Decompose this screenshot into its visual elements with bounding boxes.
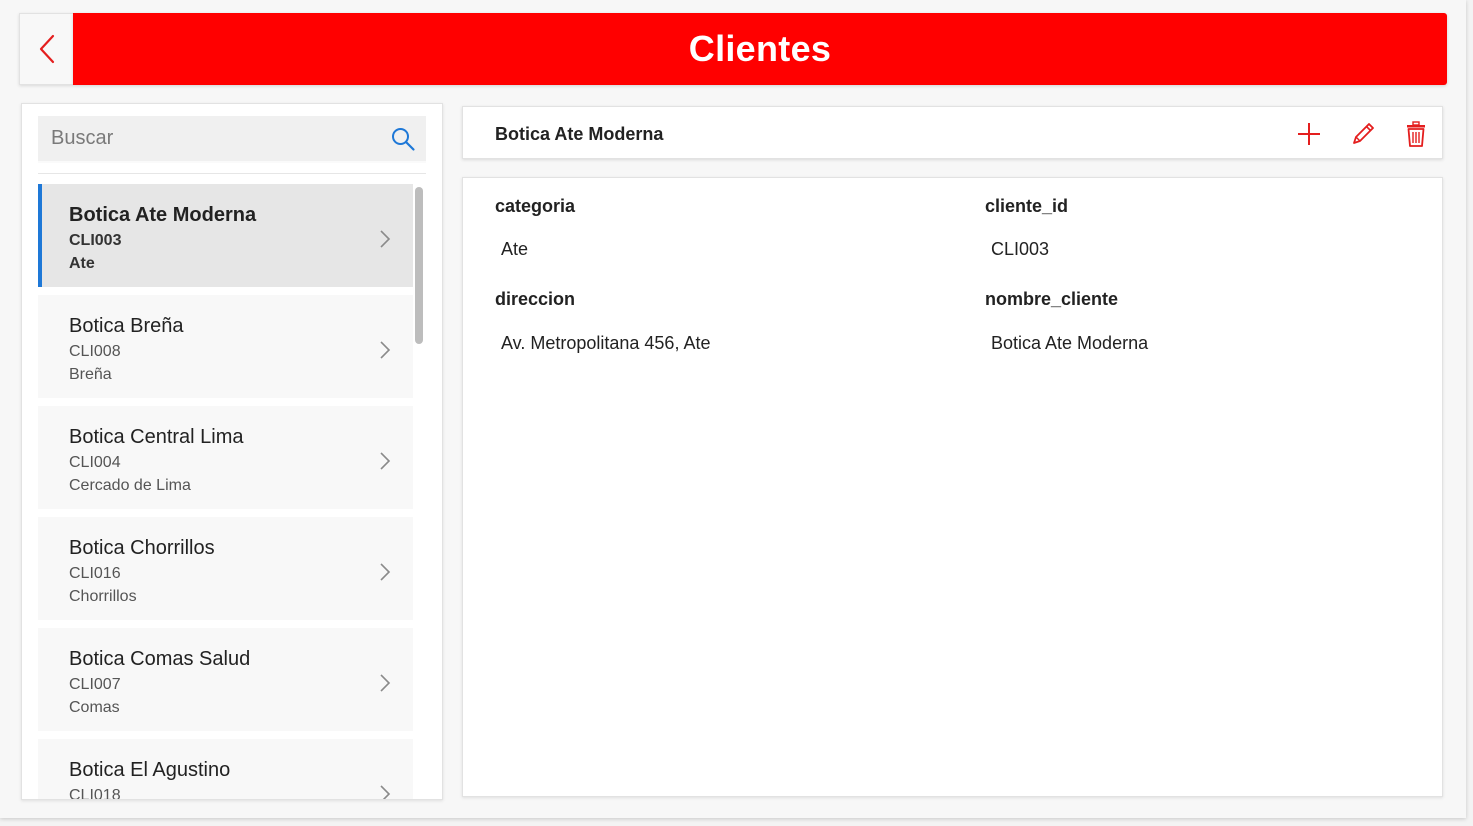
chevron-right-icon (380, 674, 391, 692)
item-id: CLI016 (69, 565, 121, 582)
item-title: Botica Breña (69, 315, 184, 337)
client-list: Botica Ate Moderna CLI003 Ate Botica Bre… (38, 184, 413, 800)
item-title: Botica Chorrillos (69, 537, 215, 559)
item-district: Cercado de Lima (69, 477, 191, 494)
divider (38, 173, 426, 174)
add-icon[interactable] (1295, 120, 1323, 148)
field-label-categoria: categoria (495, 196, 576, 216)
chevron-left-icon (39, 34, 54, 64)
item-id: CLI018 (69, 787, 121, 800)
list-scrollbar[interactable] (415, 187, 423, 344)
search-input[interactable]: Buscar (38, 116, 426, 163)
chevron-right-icon (380, 230, 391, 248)
back-button[interactable] (19, 13, 73, 85)
field-label-nombre-cliente: nombre_cliente (985, 289, 1119, 309)
item-id: CLI007 (69, 676, 121, 693)
list-item[interactable]: Botica El Agustino CLI018 (38, 739, 413, 800)
app-window: Clientes Buscar Botica Ate Moderna CLI00… (0, 0, 1466, 818)
list-item[interactable]: Botica Chorrillos CLI016 Chorrillos (38, 517, 413, 620)
item-district: Breña (69, 366, 112, 383)
field-value-direccion: Av. Metropolitana 456, Ate (501, 333, 711, 353)
list-item[interactable]: Botica Central Lima CLI004 Cercado de Li… (38, 406, 413, 509)
item-title: Botica Central Lima (69, 426, 244, 448)
item-id: CLI004 (69, 454, 121, 471)
field-value-categoria: Ate (501, 239, 529, 259)
item-id: CLI008 (69, 343, 121, 360)
field-value-nombre-cliente: Botica Ate Moderna (991, 333, 1149, 353)
search-icon[interactable] (390, 126, 416, 152)
detail-toolbar: Botica Ate Moderna (462, 106, 1443, 159)
field-label-cliente-id: cliente_id (985, 196, 1069, 216)
delete-icon[interactable] (1402, 120, 1430, 148)
header-bar: Clientes (73, 13, 1447, 85)
list-item[interactable]: Botica Ate Moderna CLI003 Ate (38, 184, 413, 287)
search-placeholder: Buscar (51, 127, 114, 149)
chevron-right-icon (380, 452, 391, 470)
item-district: Ate (69, 255, 95, 272)
item-title: Botica Comas Salud (69, 648, 251, 670)
page-title: Clientes (688, 28, 832, 69)
item-district: Chorrillos (69, 588, 137, 605)
chevron-right-icon (380, 341, 391, 359)
item-title: Botica El Agustino (69, 759, 231, 781)
item-id: CLI003 (69, 232, 122, 249)
field-value-cliente-id: CLI003 (991, 239, 1050, 259)
detail-card: categoria Ate cliente_id CLI003 direccio… (462, 177, 1443, 797)
field-label-direccion: direccion (495, 289, 576, 309)
client-list-panel: Buscar Botica Ate Moderna CLI003 Ate Bot… (21, 103, 443, 800)
list-item[interactable]: Botica Breña CLI008 Breña (38, 295, 413, 398)
edit-icon[interactable] (1349, 120, 1377, 148)
item-title: Botica Ate Moderna (69, 204, 257, 226)
list-item[interactable]: Botica Comas Salud CLI007 Comas (38, 628, 413, 731)
chevron-right-icon (380, 785, 391, 799)
chevron-right-icon (380, 563, 391, 581)
detail-title: Botica Ate Moderna (495, 124, 664, 144)
item-district: Comas (69, 699, 120, 716)
